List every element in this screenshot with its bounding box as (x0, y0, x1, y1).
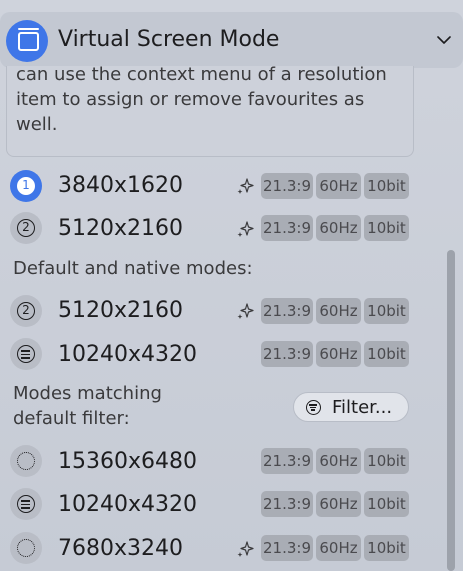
aspect-ratio-tag: 21.3:9 (261, 298, 313, 324)
scrollbar[interactable] (447, 250, 455, 571)
resolution-label: 10240x4320 (58, 342, 197, 367)
resolution-label: 5120x2160 (58, 298, 183, 323)
resolution-row[interactable]: 10240x4320 21.3:9 60Hz 10bit (0, 334, 463, 374)
resolution-row[interactable]: 2 5120x2160 21.3:9 60Hz 10bit (0, 291, 463, 331)
refresh-rate-tag: 60Hz (316, 298, 361, 324)
filter-button[interactable]: Filter... (293, 392, 409, 422)
sparkle-icon (237, 178, 254, 194)
note-line: item to assign or remove favourites as (16, 89, 365, 110)
color-depth-tag: 10bit (364, 341, 409, 367)
aspect-ratio-tag: 21.3:9 (261, 491, 313, 517)
resolution-label: 7680x3240 (58, 536, 183, 561)
page-title: Virtual Screen Mode (58, 27, 280, 52)
resolution-label: 3840x1620 (58, 173, 183, 198)
note-line: well. (16, 114, 58, 135)
aspect-ratio-tag: 21.3:9 (261, 215, 313, 241)
favourite-badge: 2 (10, 212, 42, 244)
sparkle-icon (237, 303, 254, 319)
mode-badge (10, 445, 42, 477)
resolution-row[interactable]: 2 5120x2160 21.3:9 60Hz 10bit (0, 208, 463, 248)
favourite-badge: 2 (10, 295, 42, 327)
favourite-number: 2 (17, 219, 35, 237)
info-note: can use the context menu of a resolution… (6, 66, 414, 157)
aspect-ratio-tag: 21.3:9 (261, 173, 313, 199)
favourite-number: 1 (17, 177, 35, 195)
native-mode-badge (10, 488, 42, 520)
resolution-row[interactable]: 1 3840x1620 21.3:9 60Hz 10bit (0, 166, 463, 206)
resolution-label: 15360x6480 (58, 449, 197, 474)
refresh-rate-tag: 60Hz (316, 341, 361, 367)
favourite-number: 2 (17, 302, 35, 320)
native-mode-icon (17, 345, 35, 363)
section-heading-matching: default filter: (13, 408, 130, 429)
resolution-row[interactable]: 10240x4320 21.3:9 60Hz 10bit (0, 484, 463, 524)
mode-badge (10, 532, 42, 564)
refresh-rate-tag: 60Hz (316, 173, 361, 199)
aspect-ratio-tag: 21.3:9 (261, 448, 313, 474)
aspect-ratio-tag: 21.3:9 (261, 341, 313, 367)
aspect-ratio-tag: 21.3:9 (261, 535, 313, 561)
native-mode-badge (10, 338, 42, 370)
dotted-circle-icon (17, 452, 35, 470)
refresh-rate-tag: 60Hz (316, 535, 361, 561)
color-depth-tag: 10bit (364, 535, 409, 561)
refresh-rate-tag: 60Hz (316, 448, 361, 474)
resolution-row[interactable]: 7680x3240 21.3:9 60Hz 10bit (0, 528, 463, 568)
chevron-down-icon[interactable] (437, 33, 451, 47)
refresh-rate-tag: 60Hz (316, 215, 361, 241)
resolution-label: 5120x2160 (58, 216, 183, 241)
color-depth-tag: 10bit (364, 173, 409, 199)
note-line: can use the context menu of a resolution (16, 66, 387, 85)
color-depth-tag: 10bit (364, 448, 409, 474)
color-depth-tag: 10bit (364, 298, 409, 324)
resolution-label: 10240x4320 (58, 492, 197, 517)
resolution-row[interactable]: 15360x6480 21.3:9 60Hz 10bit (0, 441, 463, 481)
virtual-screen-icon (6, 20, 48, 62)
sparkle-icon (237, 541, 254, 557)
color-depth-tag: 10bit (364, 491, 409, 517)
panel: Virtual Screen Mode can use the context … (0, 0, 463, 571)
color-depth-tag: 10bit (364, 215, 409, 241)
section-heading-default-native: Default and native modes: (13, 258, 253, 279)
filter-icon (306, 400, 321, 415)
native-mode-icon (17, 495, 35, 513)
dotted-circle-icon (17, 539, 35, 557)
refresh-rate-tag: 60Hz (316, 491, 361, 517)
favourite-badge: 1 (10, 170, 42, 202)
sparkle-icon (237, 221, 254, 237)
section-heading-matching: Modes matching (13, 383, 162, 404)
filter-button-label: Filter... (332, 397, 393, 418)
